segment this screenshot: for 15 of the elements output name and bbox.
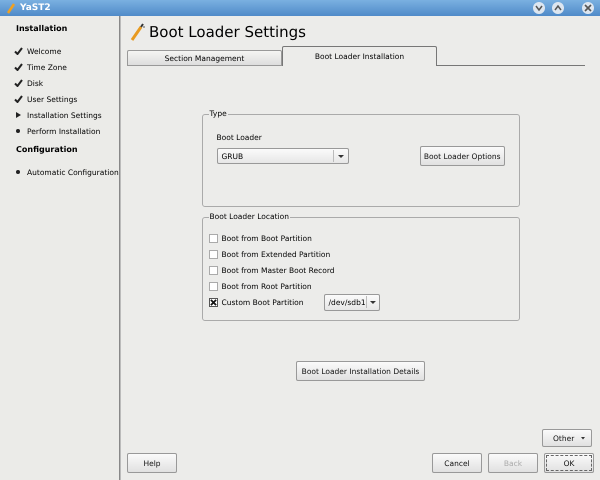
checkbox[interactable] xyxy=(208,250,218,258)
checkbox[interactable] xyxy=(208,266,218,274)
pencil-icon xyxy=(129,23,145,41)
caret-icon xyxy=(579,434,587,442)
maximize-button[interactable] xyxy=(552,2,564,14)
window-title: YaST2 xyxy=(20,3,51,13)
section-heading: Configuration xyxy=(15,145,79,154)
close-button[interactable] xyxy=(582,2,594,14)
minimize-button[interactable] xyxy=(533,2,545,14)
checkbox[interactable] xyxy=(208,282,218,290)
checkbox[interactable] xyxy=(208,234,218,242)
section-heading: Installation xyxy=(15,24,68,33)
checkbox[interactable] xyxy=(208,298,218,306)
pencil-icon xyxy=(6,2,16,14)
page-title: Boot Loader Settings xyxy=(149,23,306,41)
